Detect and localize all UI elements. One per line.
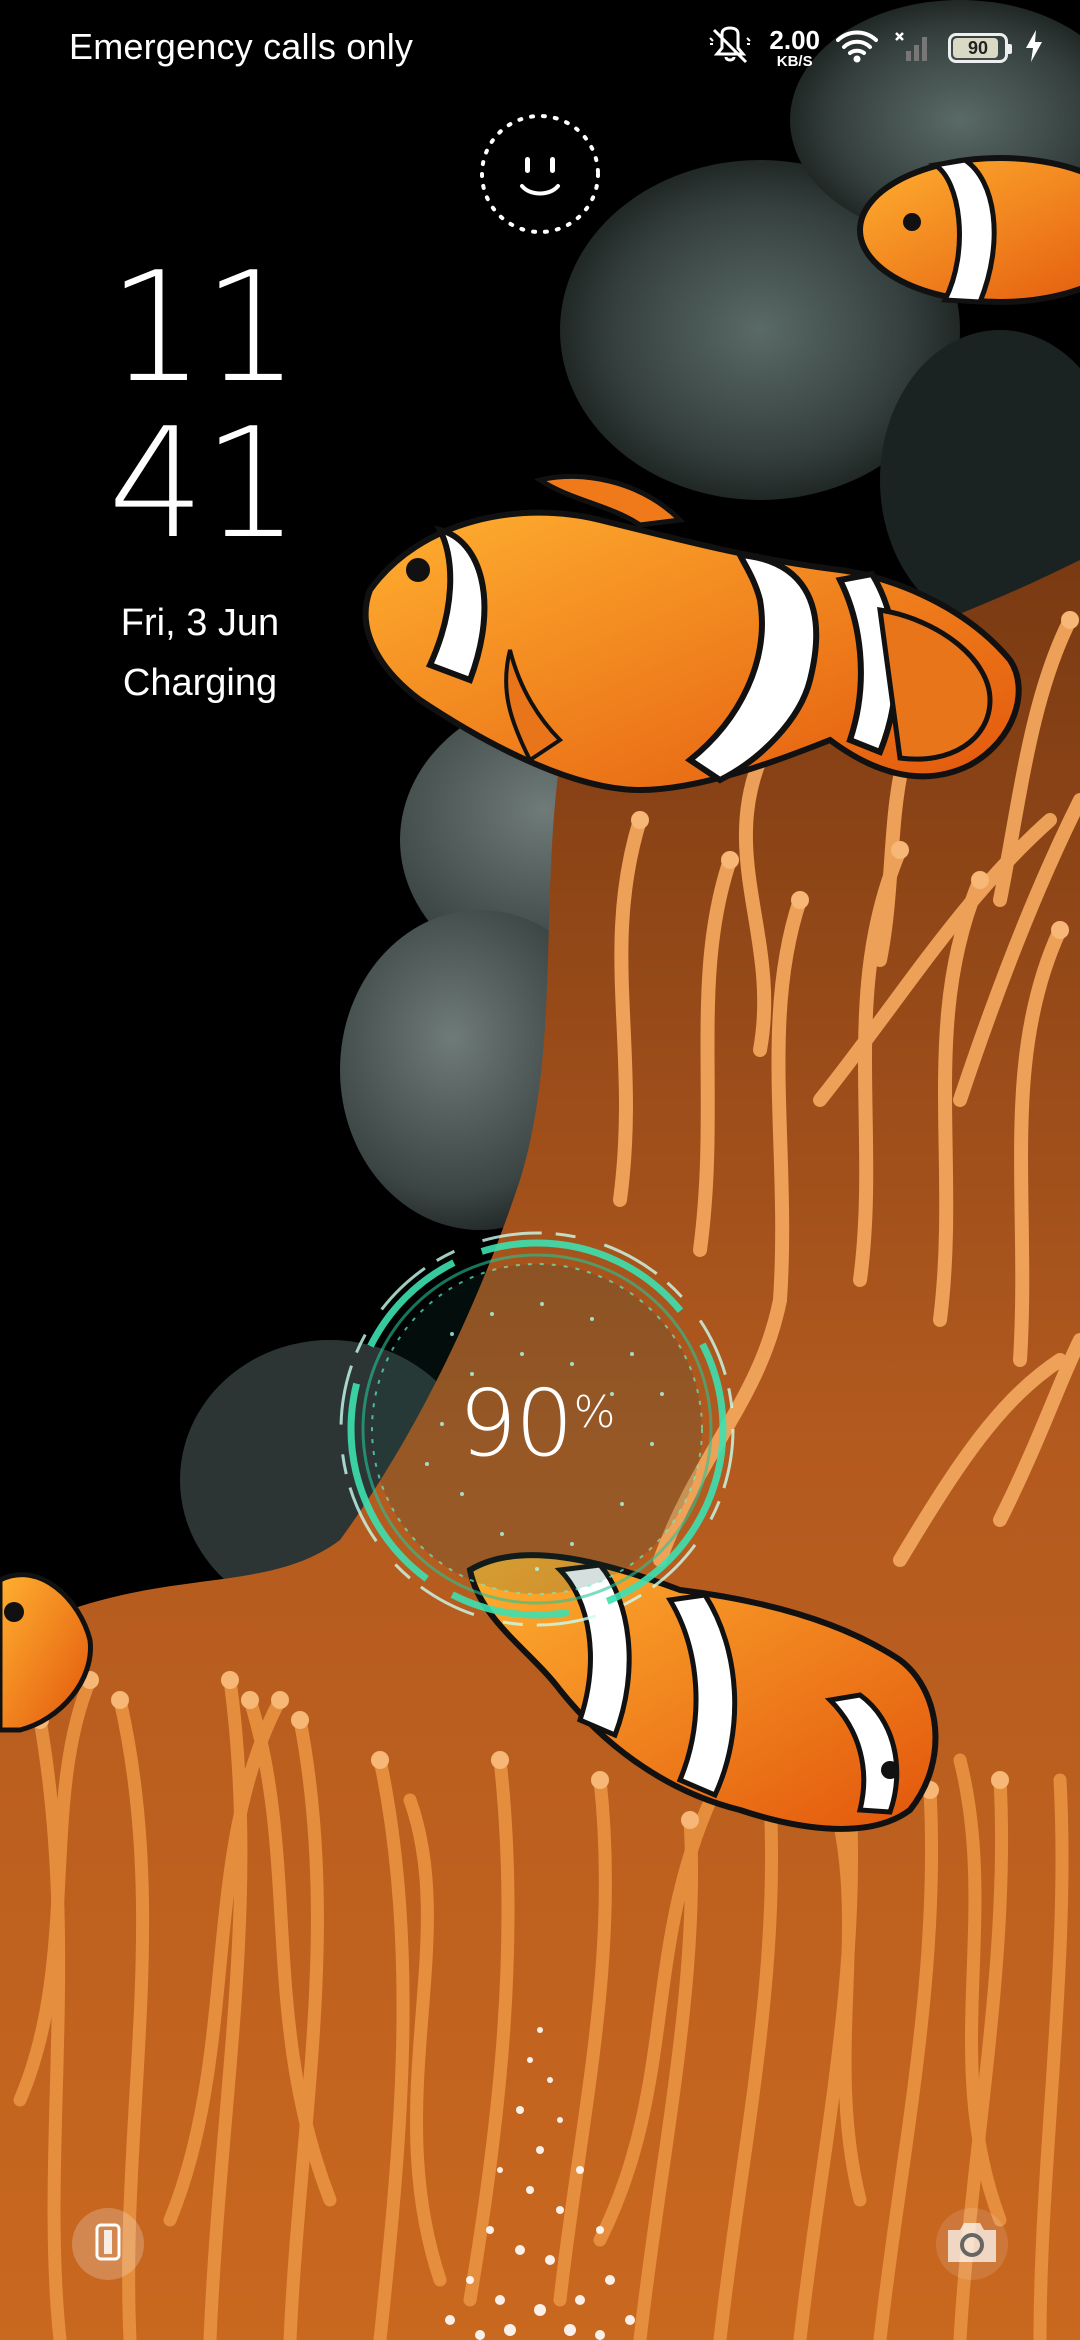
charging-particles: [445, 2027, 635, 2340]
phone-icon: [94, 2222, 122, 2267]
battery-percent-label: 90: [967, 37, 989, 58]
status-bar: Emergency calls only 2.00 KB/S 90: [0, 0, 1080, 96]
charging-percent-value: 90: [458, 1370, 574, 1477]
clock-hours: 11: [108, 239, 299, 416]
wifi-icon: [836, 29, 878, 68]
lockscreen-date: Fri, 3 Jun: [120, 602, 280, 644]
charging-bolt-icon: [1024, 29, 1044, 67]
no-sim-signal-icon: [894, 29, 932, 68]
charging-percent: 90%: [332, 1370, 742, 1477]
camera-shortcut-button[interactable]: [936, 2208, 1008, 2280]
charging-percent-symbol: %: [573, 1387, 616, 1438]
lockscreen-clock: 11 41: [108, 239, 299, 572]
silent-mode-icon: [707, 25, 753, 71]
clock-minutes: 41: [108, 395, 299, 572]
network-speed: 2.00 KB/S: [769, 27, 820, 69]
battery-icon: 90: [948, 33, 1012, 63]
phone-shortcut-button[interactable]: [72, 2208, 144, 2280]
carrier-status-text: Emergency calls only: [69, 26, 414, 67]
status-icons: 2.00 KB/S 90: [707, 22, 1044, 74]
network-speed-unit: KB/S: [776, 53, 813, 70]
camera-icon: [942, 2218, 1002, 2271]
network-speed-value: 2.00: [769, 25, 820, 55]
lock-screen: Emergency calls only 2.00 KB/S 90 11 41 …: [0, 0, 1080, 2340]
lockscreen-charging-status: Charging: [122, 662, 278, 704]
face-unlock-icon[interactable]: [478, 112, 602, 236]
